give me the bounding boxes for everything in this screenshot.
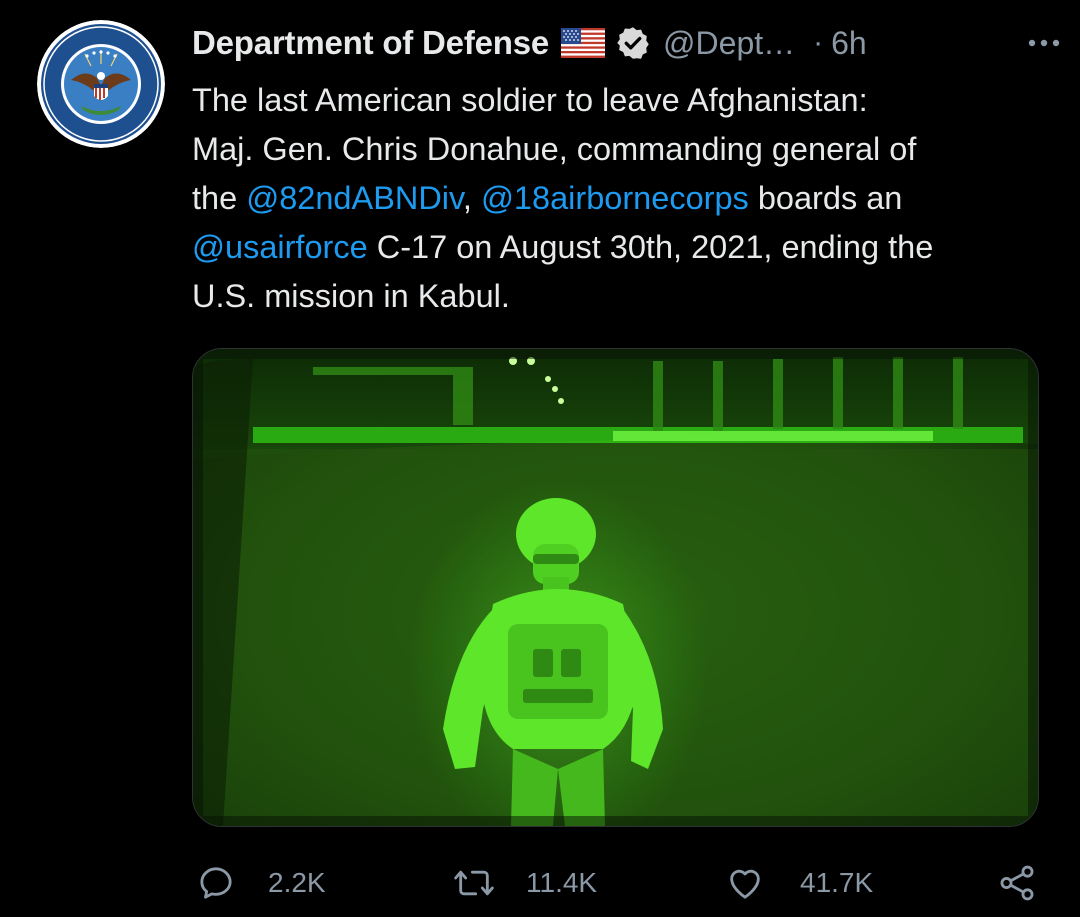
author-display-name[interactable]: Department of Defense [192,24,549,62]
author-avatar[interactable] [37,20,165,148]
tweet-text-line: the @82ndABNDiv, @18airbornecorps boards… [192,174,1052,223]
author-handle[interactable]: @Dept… [663,25,795,62]
more-options-icon [1028,39,1060,47]
us-flag-icon [561,28,606,58]
mention-link-18airbornecorps[interactable]: @18airbornecorps [481,180,749,216]
retweet-icon [454,870,494,896]
tweet: Department of Defense @Dept… · 6h The la… [0,0,1080,917]
tweet-text: The last American soldier to leave Afgha… [192,76,1052,321]
share-button[interactable] [996,855,1038,911]
reply-icon [200,867,232,899]
tweet-text-line: The last American soldier to leave Afgha… [192,82,868,118]
more-options-button[interactable] [1024,28,1064,58]
tweet-text-fragment: the [192,180,247,216]
tweet-action-bar: 2.2K 11.4K 41.7K [0,855,1080,915]
verified-badge-icon [615,25,651,61]
like-count: 41.7K [800,867,874,898]
share-icon [1000,865,1034,901]
mention-link-usairforce[interactable]: @usairforce [192,229,368,265]
tweet-media-photo[interactable] [192,348,1039,827]
tweet-text-fragment: boards an [748,180,903,216]
mention-link-82ndabndiv[interactable]: @82ndABNDiv [246,180,463,216]
tweet-text-line: @usairforce C-17 on August 30th, 2021, e… [192,223,1052,272]
retweet-count: 11.4K [526,867,598,898]
tweet-text-line: Maj. Gen. Chris Donahue, commanding gene… [192,131,917,167]
retweet-button[interactable]: 11.4K [452,855,597,911]
like-button[interactable]: 41.7K [724,855,873,911]
tweet-timestamp[interactable]: 6h [831,25,867,62]
department-of-defense-seal-icon [37,20,165,148]
tweet-text-fragment: C-17 on August 30th, 2021, ending the [367,229,934,265]
tweet-text-line: U.S. mission in Kabul. [192,278,510,314]
night-vision-photo [193,349,1038,826]
reply-button[interactable]: 2.2K [196,855,326,911]
separator-dot: · [813,26,824,59]
tweet-header: Department of Defense @Dept… · 6h [192,18,1050,68]
heart-icon [730,869,760,899]
tweet-text-fragment: , [462,180,481,216]
reply-count: 2.2K [268,867,326,898]
